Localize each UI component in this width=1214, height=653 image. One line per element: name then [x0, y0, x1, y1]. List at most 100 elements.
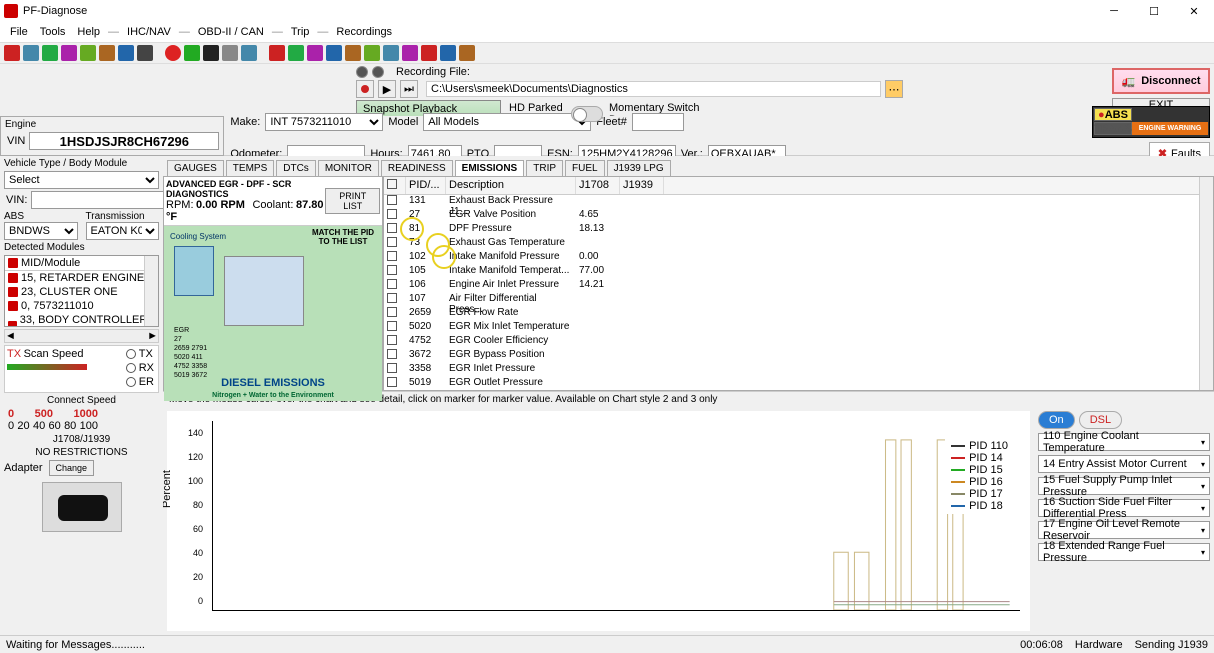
make-select[interactable]: INT 7573211010: [265, 113, 383, 131]
play-button[interactable]: ▶: [378, 80, 396, 98]
row-checkbox[interactable]: [387, 265, 397, 275]
recording-file-path[interactable]: C:\Users\smeek\Documents\Diagnostics: [426, 81, 881, 97]
table-row[interactable]: 107Air Filter Differential Press...: [384, 293, 1213, 307]
tool-icon-2[interactable]: [23, 45, 39, 61]
chart-canvas[interactable]: Percent 020406080100120140: [167, 411, 1030, 631]
skip-button[interactable]: ⏭: [400, 80, 418, 98]
print-list-button[interactable]: PRINT LIST: [325, 188, 380, 214]
menu-obd[interactable]: OBD-II / CAN: [194, 24, 268, 40]
rec-button[interactable]: [356, 80, 374, 98]
row-checkbox[interactable]: [387, 321, 397, 331]
minimize-button[interactable]: ─: [1098, 1, 1130, 21]
rx-radio[interactable]: [126, 363, 136, 373]
row-checkbox[interactable]: [387, 251, 397, 261]
vehicle-type-select[interactable]: Select: [4, 171, 159, 189]
er-radio[interactable]: [126, 377, 136, 387]
pid-dd-17[interactable]: 17 Engine Oil Level Remote Reservoir▾: [1038, 521, 1210, 539]
table-row[interactable]: 81DPF Pressure18.13: [384, 223, 1213, 237]
scrollbar-h[interactable]: ◄►: [4, 329, 159, 343]
module-row[interactable]: 23, CLUSTER ONE: [21, 286, 118, 298]
tab-fuel[interactable]: FUEL: [565, 160, 605, 176]
abs-select[interactable]: BNDWS: [4, 222, 78, 240]
module-row[interactable]: 33, BODY CONTROLLER BCM: [20, 314, 155, 327]
record-icon[interactable]: [165, 45, 181, 61]
table-row[interactable]: 27EGR Valve Position4.65: [384, 209, 1213, 223]
tool-icon-8[interactable]: [137, 45, 153, 61]
row-checkbox[interactable]: [387, 307, 397, 317]
tool-icon-18[interactable]: [345, 45, 361, 61]
dsl-toggle[interactable]: DSL: [1079, 411, 1122, 429]
tool-icon-23[interactable]: [440, 45, 456, 61]
tool-icon-24[interactable]: [459, 45, 475, 61]
table-row[interactable]: 102Intake Manifold Pressure0.00: [384, 251, 1213, 265]
tool-icon-6[interactable]: [99, 45, 115, 61]
row-checkbox[interactable]: [387, 237, 397, 247]
browse-button[interactable]: ⋯: [885, 80, 903, 98]
tool-icon-14[interactable]: [269, 45, 285, 61]
menu-tools[interactable]: Tools: [36, 24, 70, 40]
tool-icon-3[interactable]: [42, 45, 58, 61]
tab-j1939lpg[interactable]: J1939 LPG: [607, 160, 671, 176]
table-row[interactable]: 105Intake Manifold Temperat...77.00: [384, 265, 1213, 279]
menu-help[interactable]: Help: [73, 24, 104, 40]
row-checkbox[interactable]: [387, 363, 397, 373]
pid-dd-14[interactable]: 14 Entry Assist Motor Current▾: [1038, 455, 1210, 473]
vin-input[interactable]: [29, 132, 219, 150]
tool-icon-5[interactable]: [80, 45, 96, 61]
menu-recordings[interactable]: Recordings: [332, 24, 396, 40]
pid-dd-18[interactable]: 18 Extended Range Fuel Pressure▾: [1038, 543, 1210, 561]
row-checkbox[interactable]: [387, 293, 397, 303]
tool-icon-22[interactable]: [421, 45, 437, 61]
row-checkbox[interactable]: [387, 349, 397, 359]
module-row[interactable]: 0, 7573211010: [21, 300, 94, 312]
table-row[interactable]: 3358EGR Inlet Pressure: [384, 363, 1213, 377]
table-row[interactable]: 2659EGR Flow Rate: [384, 307, 1213, 321]
tab-dtcs[interactable]: DTCs: [276, 160, 316, 176]
tool-icon-1[interactable]: [4, 45, 20, 61]
table-scrollbar[interactable]: [1199, 177, 1213, 390]
on-toggle[interactable]: On: [1038, 411, 1075, 429]
tab-trip[interactable]: TRIP: [526, 160, 563, 176]
tab-monitor[interactable]: MONITOR: [318, 160, 379, 176]
tab-gauges[interactable]: GAUGES: [167, 160, 224, 176]
vin-input-2[interactable]: [31, 191, 179, 209]
pid-dd-15[interactable]: 15 Fuel Supply Pump Inlet Pressure▾: [1038, 477, 1210, 495]
tool-icon-16[interactable]: [307, 45, 323, 61]
row-checkbox[interactable]: [387, 209, 397, 219]
table-row[interactable]: 4752EGR Cooler Efficiency: [384, 335, 1213, 349]
trans-select[interactable]: EATON K086696: [86, 222, 160, 240]
table-row[interactable]: 73Exhaust Gas Temperature: [384, 237, 1213, 251]
tx-radio[interactable]: [126, 349, 136, 359]
tab-emissions[interactable]: EMISSIONS: [455, 160, 525, 177]
tool-icon-20[interactable]: [383, 45, 399, 61]
play-icon[interactable]: [184, 45, 200, 61]
stop-icon[interactable]: [203, 45, 219, 61]
menu-file[interactable]: File: [6, 24, 32, 40]
tool-icon-13[interactable]: [241, 45, 257, 61]
module-list[interactable]: MID/Module 15, RETARDER ENGINE 23, CLUST…: [4, 255, 159, 327]
pid-dd-16[interactable]: 16 Suction Side Fuel Filter Differential…: [1038, 499, 1210, 517]
header-checkbox[interactable]: [387, 179, 397, 189]
row-checkbox[interactable]: [387, 377, 397, 387]
fleet-input[interactable]: [632, 113, 684, 131]
change-button[interactable]: Change: [49, 460, 95, 476]
close-button[interactable]: ✕: [1178, 1, 1210, 21]
maximize-button[interactable]: ☐: [1138, 1, 1170, 21]
tool-icon-17[interactable]: [326, 45, 342, 61]
parked-toggle[interactable]: [571, 106, 603, 122]
tool-icon-4[interactable]: [61, 45, 77, 61]
tool-icon-21[interactable]: [402, 45, 418, 61]
disconnect-button[interactable]: 🚛 Disconnect: [1112, 68, 1210, 94]
menu-ihcnav[interactable]: IHC/NAV: [123, 24, 175, 40]
module-row[interactable]: 15, RETARDER ENGINE: [21, 272, 144, 284]
row-checkbox[interactable]: [387, 223, 397, 233]
tab-readiness[interactable]: READINESS: [381, 160, 453, 176]
row-checkbox[interactable]: [387, 195, 397, 205]
model-select[interactable]: All Models: [423, 113, 591, 131]
row-checkbox[interactable]: [387, 335, 397, 345]
tool-icon-19[interactable]: [364, 45, 380, 61]
tool-icon-12[interactable]: [222, 45, 238, 61]
table-row[interactable]: 106Engine Air Inlet Pressure14.21: [384, 279, 1213, 293]
menu-trip[interactable]: Trip: [287, 24, 314, 40]
table-row[interactable]: 3672EGR Bypass Position: [384, 349, 1213, 363]
